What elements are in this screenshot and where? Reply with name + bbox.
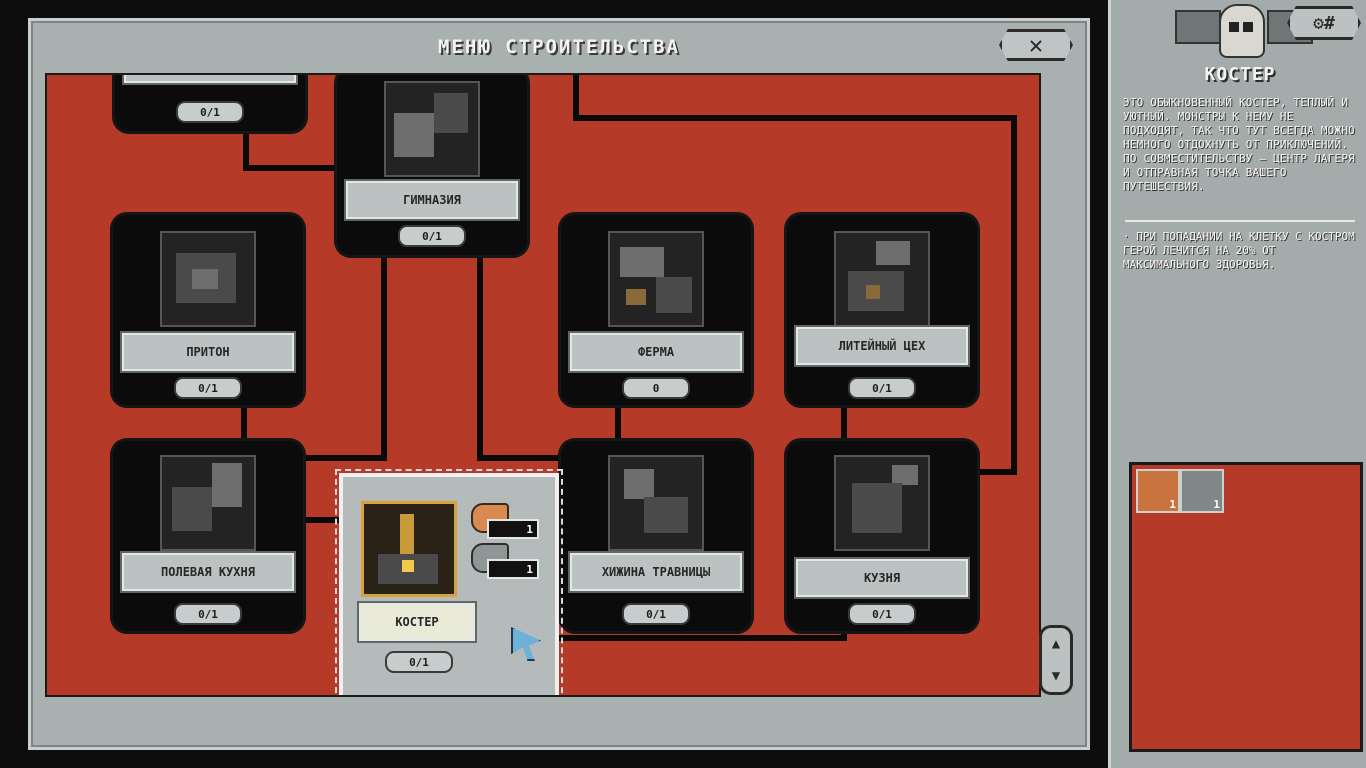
panel-title: КОСТЕР xyxy=(1204,64,1276,85)
connector-line xyxy=(1011,115,1017,475)
building-counter: 0/1 xyxy=(622,603,690,625)
settings-gear-icon: ⚙# xyxy=(1313,12,1335,34)
building-counter: 0/1 xyxy=(385,651,453,673)
building-card-smithy[interactable]: КУЗНЯ 0/1 xyxy=(787,441,977,631)
gym-image xyxy=(384,81,480,177)
building-name-plate: ХИЖИНА ТРАВНИЦЫ xyxy=(570,553,742,591)
building-counter: 0/1 xyxy=(176,101,244,123)
building-name-plate: ФЕРМА xyxy=(570,333,742,371)
wood-cost: 1 xyxy=(487,519,539,539)
building-name-plate: ПОЛЕВАЯ КУХНЯ xyxy=(122,553,294,591)
scroll-up-icon[interactable]: ▲ xyxy=(1052,636,1060,652)
campfire-image xyxy=(361,501,457,597)
building-card-foundry[interactable]: ЛИТЕЙНЫЙ ЦЕХ 0/1 xyxy=(787,215,977,405)
building-counter: 0/1 xyxy=(174,603,242,625)
building-card-gym[interactable]: ГИМНАЗИЯ 0/1 xyxy=(337,75,527,255)
building-counter: 0/1 xyxy=(398,225,466,247)
building-card-herbalist-hut[interactable]: ХИЖИНА ТРАВНИЦЫ 0/1 xyxy=(561,441,751,631)
den-image xyxy=(160,231,256,327)
field-kitchen-image xyxy=(160,455,256,551)
building-name-plate xyxy=(124,75,296,83)
building-name-plate: ЛИТЕЙНЫЙ ЦЕХ xyxy=(796,327,968,365)
title-bar: МЕНЮ СТРОИТЕЛЬСТВА xyxy=(31,21,1087,73)
building-counter: 0 xyxy=(622,377,690,399)
scroll-down-icon[interactable]: ▼ xyxy=(1052,668,1060,684)
connector-line xyxy=(303,455,387,461)
skull-emblem-icon xyxy=(1175,0,1313,64)
building-counter: 0/1 xyxy=(848,377,916,399)
divider xyxy=(1125,220,1355,222)
building-name-plate: ГИМНАЗИЯ xyxy=(346,181,518,219)
window-title: МЕНЮ СТРОИТЕЛЬСТВА xyxy=(438,36,680,58)
stone-cost: 1 xyxy=(487,559,539,579)
scroll-control[interactable]: ▲ ▼ xyxy=(1039,625,1073,695)
connector-line xyxy=(533,635,845,641)
building-info-panel: ⚙# КОСТЕР ЭТО ОБЫКНОВЕННЫЙ КОСТЕР, ТЕПЛЫ… xyxy=(1108,0,1366,768)
building-description: ЭТО ОБЫКНОВЕННЫЙ КОСТЕР, ТЕПЛЫЙ И УЮТНЫЙ… xyxy=(1123,96,1355,193)
resource-cards-area: 1 1 xyxy=(1129,462,1363,752)
connector-line xyxy=(477,225,483,461)
building-effect: · ПРИ ПОПАДАНИИ НА КЛЕТКУ С КОСТРОМ ГЕРО… xyxy=(1123,230,1355,271)
wood-card-icon[interactable]: 1 xyxy=(1136,469,1180,513)
stone-card-icon[interactable]: 1 xyxy=(1180,469,1224,513)
connector-line xyxy=(477,455,567,461)
close-button[interactable]: ✕ xyxy=(999,29,1073,61)
building-card-campfire-selected[interactable]: 1 1 КОСТЕР 0/1 xyxy=(335,469,563,695)
pointer-hand-icon xyxy=(511,627,541,661)
building-tree-board: 0/1 ГИМНАЗИЯ 0/1 ПРИТОН 0/1 ФЕРМА 0 ЛИТЕ… xyxy=(45,73,1041,697)
building-name-plate: ПРИТОН xyxy=(122,333,294,371)
build-menu-window: МЕНЮ СТРОИТЕЛЬСТВА ✕ 0/1 ГИМНАЗИЯ 0/1 ПР… xyxy=(28,18,1090,750)
building-card-top-left[interactable]: 0/1 xyxy=(115,75,305,131)
foundry-image xyxy=(834,231,930,327)
building-counter: 0/1 xyxy=(848,603,916,625)
building-counter: 0/1 xyxy=(174,377,242,399)
close-icon: ✕ xyxy=(1028,31,1044,59)
building-name-plate: КОСТЕР xyxy=(359,603,475,641)
smithy-image xyxy=(834,455,930,551)
herbalist-hut-image xyxy=(608,455,704,551)
settings-button[interactable]: ⚙# xyxy=(1287,6,1361,40)
connector-line xyxy=(303,517,343,523)
connector-line xyxy=(573,115,1017,121)
building-card-field-kitchen[interactable]: ПОЛЕВАЯ КУХНЯ 0/1 xyxy=(113,441,303,631)
building-card-den[interactable]: ПРИТОН 0/1 xyxy=(113,215,303,405)
building-card-farm[interactable]: ФЕРМА 0 xyxy=(561,215,751,405)
connector-line xyxy=(381,225,387,461)
building-name-plate: КУЗНЯ xyxy=(796,559,968,597)
farm-image xyxy=(608,231,704,327)
